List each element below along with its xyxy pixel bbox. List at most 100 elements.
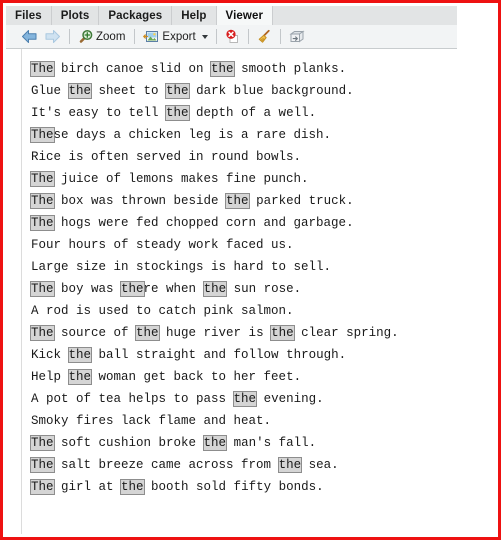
publish-button[interactable] [286, 27, 308, 47]
tab-label: Help [181, 9, 207, 22]
highlighted-term: The [30, 61, 55, 77]
toolbar-separator [279, 29, 281, 44]
sentence-text: soft cushion broke [53, 436, 204, 450]
sentence-line: The box was thrown beside the parked tru… [30, 190, 491, 212]
sentence-line: The girl at the booth sold fifty bonds. [30, 476, 491, 498]
export-button[interactable]: Export [140, 27, 210, 47]
magnifier-plus-icon [78, 29, 93, 44]
sentence-text: Kick [31, 348, 69, 362]
highlighted-term: The [30, 479, 55, 495]
sentence-line: The juice of lemons makes fine punch. [30, 168, 491, 190]
sentence-text: A rod is used to catch pink salmon. [31, 304, 294, 318]
highlighted-term: the [202, 281, 228, 297]
highlighted-term: The [30, 457, 55, 473]
viewer-window: Files Plots Packages Help Viewer Zoom Ex… [0, 0, 501, 540]
image-export-icon [143, 29, 159, 44]
forward-button[interactable] [41, 27, 64, 47]
sentence-text: sheet to [91, 84, 167, 98]
tab-label: Plots [60, 9, 90, 22]
sentence-text: juice of lemons makes fine punch. [53, 172, 309, 186]
highlighted-term: the [165, 105, 190, 121]
sentence-text: Glue [31, 84, 69, 98]
highlighted-term: the [67, 369, 93, 385]
sentence-list: The birch canoe slid on the smooth plank… [30, 58, 491, 498]
tab-viewer[interactable]: Viewer [216, 6, 274, 25]
sentence-text: re when [143, 282, 204, 296]
sentence-text: Smoky fires lack flame and heat. [31, 414, 272, 428]
tab-packages[interactable]: Packages [99, 6, 173, 25]
sentence-line: These days a chicken leg is a rare dish. [30, 124, 491, 146]
sentence-text: evening. [256, 392, 324, 406]
clear-all-button[interactable] [254, 27, 275, 47]
sentence-text: Large size in stockings is hard to sell. [31, 260, 332, 274]
arrow-left-icon [21, 29, 38, 44]
tab-files[interactable]: Files [6, 6, 52, 25]
sentence-line: Rice is often served in round bowls. [31, 146, 491, 168]
highlighted-term: The [30, 435, 55, 451]
sentence-line: The salt breeze came across from the sea… [30, 454, 491, 476]
sentence-text: source of [53, 326, 137, 340]
publish-icon [289, 30, 305, 44]
sentence-line: Smoky fires lack flame and heat. [31, 410, 491, 432]
sentence-text: salt breeze came across from [53, 458, 279, 472]
back-button[interactable] [18, 27, 41, 47]
highlighted-term: the [270, 325, 295, 341]
sentence-text: parked truck. [248, 194, 354, 208]
highlighted-term: the [120, 281, 145, 297]
sentence-text: birch canoe slid on [53, 62, 212, 76]
highlighted-term: the [67, 347, 93, 363]
tab-label: Viewer [225, 9, 264, 22]
sentence-text: clear spring. [293, 326, 399, 340]
tab-help[interactable]: Help [172, 6, 217, 25]
sentence-line: Kick the ball straight and follow throug… [31, 344, 491, 366]
export-label: Export [162, 30, 196, 43]
sentence-line: The source of the huge river is the clea… [30, 322, 491, 344]
highlighted-term: the [210, 61, 235, 77]
sentence-text: It's easy to tell [31, 106, 167, 120]
highlighted-term: The [30, 127, 55, 143]
highlighted-term: the [120, 479, 145, 495]
sentence-line: Large size in stockings is hard to sell. [31, 256, 491, 278]
sentence-text: dark blue background. [188, 84, 354, 98]
red-circle-x-icon [225, 29, 240, 44]
sentence-line: The birch canoe slid on the smooth plank… [30, 58, 491, 80]
tab-plots[interactable]: Plots [51, 6, 100, 25]
sentence-text: A pot of tea helps to pass [31, 392, 234, 406]
highlighted-term: the [165, 83, 190, 99]
tab-strip: Files Plots Packages Help Viewer [6, 6, 457, 25]
highlighted-term: The [30, 193, 55, 209]
sentence-text: se days a chicken leg is a rare dish. [53, 128, 332, 142]
toolbar-separator [69, 29, 70, 44]
arrow-right-icon [44, 29, 61, 44]
clear-viewer-button[interactable] [222, 27, 243, 47]
sentence-line: The hogs were fed chopped corn and garba… [30, 212, 491, 234]
highlighted-term: The [30, 325, 55, 341]
sentence-line: The boy was there when the sun rose. [30, 278, 491, 300]
sentence-text: hogs were fed chopped corn and garbage. [53, 216, 354, 230]
tab-strip-filler [273, 6, 457, 25]
sentence-text: woman get back to her feet. [91, 370, 302, 384]
sentence-text: girl at [53, 480, 122, 494]
sentence-text: Rice is often served in round bowls. [31, 150, 302, 164]
sentence-text: boy was [53, 282, 122, 296]
sentence-text: Four hours of steady work faced us. [31, 238, 294, 252]
sentence-text: sun rose. [226, 282, 302, 296]
sentence-text: huge river is [158, 326, 272, 340]
highlighted-term: The [30, 281, 55, 297]
sentence-text: sea. [301, 458, 339, 472]
viewer-content-pane[interactable]: The birch canoe slid on the smooth plank… [6, 49, 495, 534]
highlighted-term: the [232, 391, 258, 407]
zoom-button[interactable]: Zoom [75, 27, 129, 47]
sentence-text: Help [31, 370, 69, 384]
sentence-line: Help the woman get back to her feet. [31, 366, 491, 388]
sentence-text: man's fall. [226, 436, 317, 450]
sentence-text: smooth planks. [233, 62, 347, 76]
sentence-text: ball straight and follow through. [91, 348, 347, 362]
toolbar-separator [134, 29, 136, 44]
sentence-line: A rod is used to catch pink salmon. [31, 300, 491, 322]
viewer-toolbar: Zoom Export [6, 25, 457, 49]
highlighted-term: The [30, 171, 55, 187]
sentence-text: booth sold fifty bonds. [143, 480, 324, 494]
sentence-line: The soft cushion broke the man's fall. [30, 432, 491, 454]
sentence-line: A pot of tea helps to pass the evening. [31, 388, 491, 410]
